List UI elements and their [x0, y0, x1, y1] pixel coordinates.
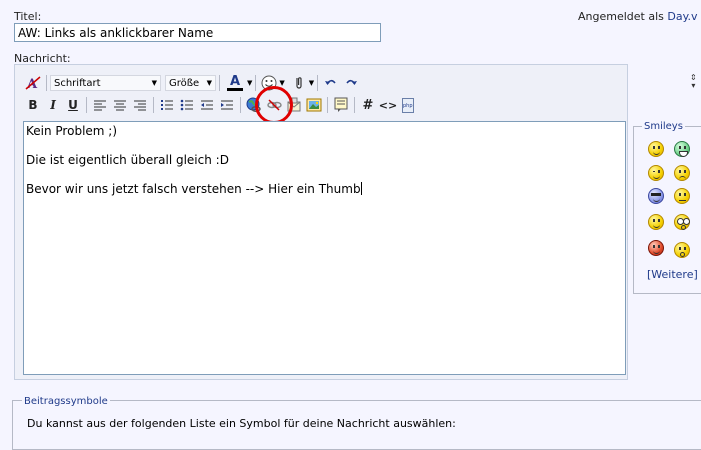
code-button[interactable]: <> [378, 95, 398, 115]
email-link-icon[interactable] [284, 95, 304, 115]
attachment-icon[interactable] [289, 73, 309, 93]
smiley-eek-icon[interactable] [674, 214, 690, 230]
align-left-icon[interactable] [90, 95, 110, 115]
smiley-surprised-icon[interactable] [674, 242, 690, 258]
chevron-down-icon[interactable]: ▼ [309, 79, 314, 87]
font-family-select-value: Schriftart [54, 77, 101, 89]
toolbar-separator [327, 97, 328, 113]
italic-button[interactable]: I [43, 95, 63, 115]
quote-icon[interactable] [331, 95, 351, 115]
editor-line: Kein Problem ;) [26, 124, 118, 138]
smileys-legend: Smileys [642, 121, 685, 132]
smiley-devil-icon[interactable] [648, 240, 664, 256]
editor-line-text: Bevor wir uns jetzt falsch verstehen -->… [26, 182, 361, 196]
font-size-select-value: Größe [169, 77, 200, 89]
hash-button[interactable]: # [358, 95, 378, 115]
toolbar-separator [153, 97, 154, 113]
editor-line: Die ist eigentlich überall gleich :D [26, 153, 229, 167]
font-color-swatch [227, 88, 243, 91]
chevron-down-icon[interactable]: ▼ [247, 79, 252, 87]
title-label: Titel: [14, 10, 42, 23]
outdent-icon[interactable] [197, 95, 217, 115]
smiley-smile-icon[interactable] [648, 214, 664, 230]
underline-button[interactable]: U [63, 95, 83, 115]
php-label: php [403, 102, 413, 109]
php-code-button[interactable]: php [398, 95, 418, 115]
align-center-icon[interactable] [110, 95, 130, 115]
indent-icon[interactable] [217, 95, 237, 115]
username-link[interactable]: Day.v [667, 10, 697, 23]
resize-editor-icon[interactable]: ⇕ ▾ [690, 74, 697, 90]
editor-line: Bevor wir uns jetzt falsch verstehen -->… [26, 182, 625, 197]
font-size-select[interactable]: Größe ▼ [165, 75, 216, 91]
align-right-icon[interactable] [130, 95, 150, 115]
remove-format-icon[interactable]: A [23, 73, 43, 93]
toolbar-separator [86, 97, 87, 113]
smiley-cool-icon[interactable] [648, 188, 664, 204]
smiley-confused-icon[interactable] [674, 188, 690, 204]
toolbar-separator [219, 75, 220, 91]
unordered-list-icon[interactable] [177, 95, 197, 115]
smiley-sad-icon[interactable] [674, 165, 690, 181]
chevron-down-icon[interactable]: ▼ [279, 79, 284, 87]
toolbar-separator [354, 97, 355, 113]
font-color-icon: A [229, 74, 241, 89]
smileys-more-link[interactable]: [Weitere] [647, 268, 698, 281]
ordered-list-icon[interactable] [157, 95, 177, 115]
toolbar-separator [317, 75, 319, 91]
bold-button[interactable]: B [23, 95, 43, 115]
insert-link-icon[interactable] [244, 95, 264, 115]
chevron-down-icon: ▼ [206, 79, 212, 87]
post-icons-legend: Beitragssymbole [22, 396, 110, 407]
undo-icon[interactable] [321, 73, 341, 93]
font-family-select[interactable]: Schriftart ▼ [50, 75, 161, 91]
insert-image-icon[interactable] [304, 95, 324, 115]
redo-icon[interactable] [341, 73, 361, 93]
toolbar-row-2: B I U # <> php [23, 95, 418, 115]
smiley-happy-icon[interactable] [648, 141, 664, 157]
smiley-grin-icon[interactable] [674, 141, 690, 157]
post-icons-instruction: Du kannst aus der folgenden Liste ein Sy… [27, 417, 456, 430]
logged-in-info: Angemeldet als Day.v [578, 10, 698, 23]
toolbar-row-1: A Schriftart ▼ Größe ▼ A ▼ ▼ ▼ [23, 73, 361, 93]
text-cursor [360, 182, 362, 195]
remove-link-icon[interactable] [264, 95, 284, 115]
logged-in-prefix: Angemeldet als [578, 10, 664, 23]
toolbar-separator [240, 97, 241, 113]
chevron-down-icon: ▼ [151, 79, 157, 87]
toolbar-separator [46, 75, 47, 91]
message-editor[interactable]: Kein Problem ;) Die ist eigentlich übera… [23, 121, 626, 375]
smileys-more-link-text[interactable]: [Weitere] [647, 268, 698, 281]
font-color-button[interactable]: A [223, 73, 247, 93]
title-input[interactable] [14, 23, 381, 42]
toolbar-separator [255, 75, 257, 91]
smiley-menu-icon[interactable] [259, 73, 279, 93]
smiley-wink-icon[interactable] [648, 165, 664, 181]
